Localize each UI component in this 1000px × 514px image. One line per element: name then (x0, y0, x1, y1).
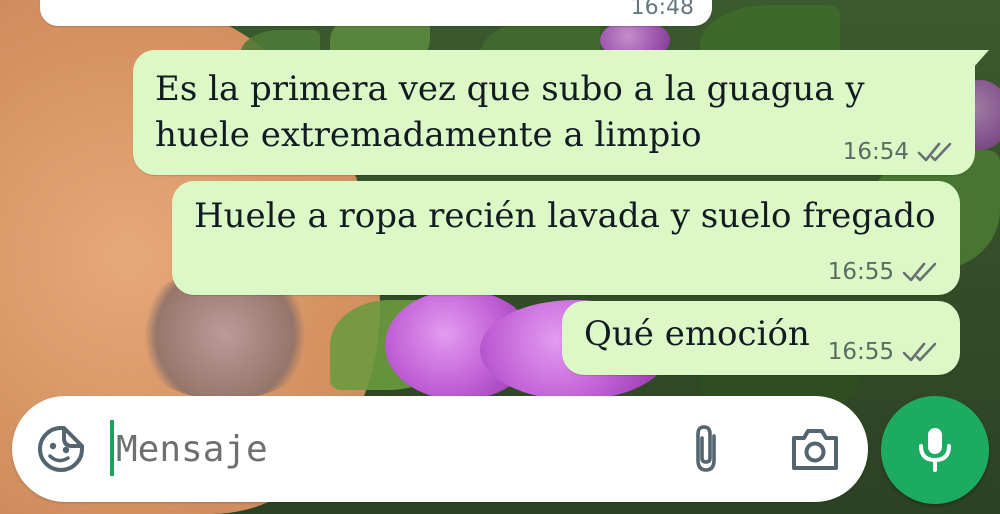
double-check-icon (902, 261, 940, 283)
double-check-icon (917, 141, 955, 163)
message-text: Huele a ropa recién lavada y suelo frega… (194, 196, 936, 236)
message-meta: 16:54 (843, 139, 955, 165)
microphone-button[interactable] (881, 396, 989, 504)
message-text: Es la primera vez que subo a la guagua y… (155, 66, 915, 158)
message-composer (12, 396, 868, 502)
text-caret (110, 420, 114, 476)
message-time: 16:54 (842, 139, 909, 165)
sticker-smile-icon[interactable] (36, 424, 86, 474)
message-line: huele extremadamente a limpio (155, 115, 702, 155)
message-time: 16:55 (827, 339, 894, 365)
bubble-tail (973, 50, 989, 68)
outgoing-message-bubble[interactable]: Huele a ropa recién lavada y suelo frega… (172, 181, 960, 295)
message-line: Es la primera vez que subo a la guagua y (155, 69, 865, 109)
incoming-message-bubble[interactable]: 16:48 (40, 0, 712, 26)
message-time: 16:55 (827, 259, 894, 285)
message-time: 16:48 (630, 0, 694, 20)
message-meta: 16:55 (828, 259, 940, 285)
camera-icon[interactable] (790, 426, 840, 472)
outgoing-message-bubble[interactable]: Es la primera vez que subo a la guagua y… (133, 50, 989, 175)
message-meta: 16:55 (828, 339, 940, 365)
outgoing-message-bubble[interactable]: Qué emoción 16:55 (562, 301, 960, 375)
message-input[interactable] (116, 416, 656, 482)
microphone-icon (919, 428, 951, 472)
message-text: Qué emoción (584, 314, 810, 354)
paperclip-icon[interactable] (684, 422, 728, 476)
double-check-icon (902, 341, 940, 363)
